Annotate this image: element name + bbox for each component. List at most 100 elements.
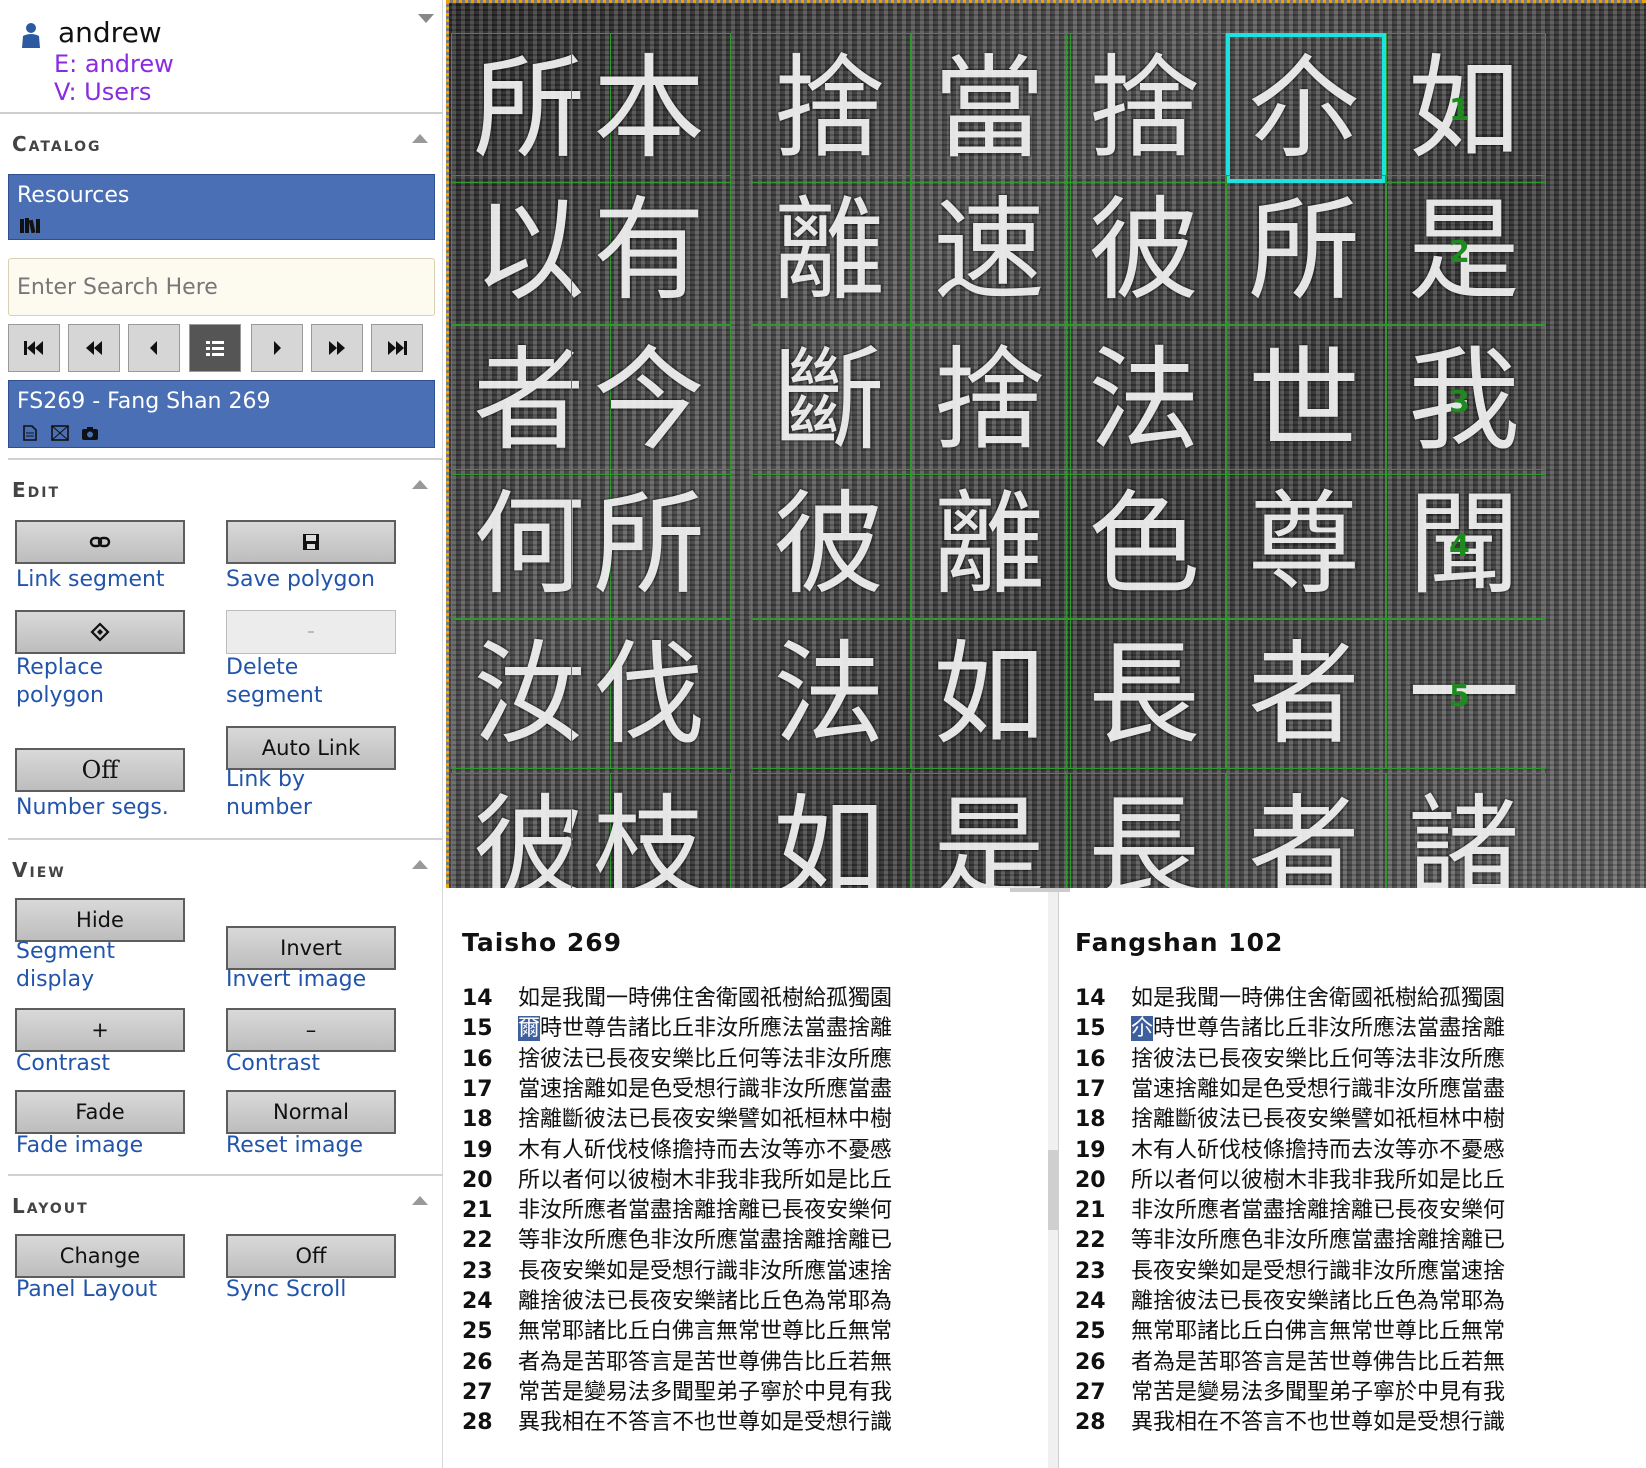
invert-button[interactable]: Invert [226, 926, 396, 970]
line-text[interactable]: 長夜安樂如是受想行識非汝所應當速捨 [518, 1259, 892, 1284]
splitter-thumb[interactable] [1048, 1150, 1058, 1230]
line-text[interactable]: 等非汝所應色非汝所應當盡捨離捨離已 [518, 1228, 892, 1253]
last-page-button[interactable] [371, 324, 423, 372]
fade-image-label: Fade image [16, 1133, 144, 1158]
text-line: 24 離捨彼法已長夜安樂諸比丘色為常耶為 [462, 1283, 892, 1314]
line-text[interactable]: 捨彼法已長夜安樂比丘何等法非汝所應 [518, 1047, 892, 1072]
save-polygon-label: Save polygon [226, 567, 375, 592]
image-viewer[interactable]: 所本捨當捨尒如1以有離速彼所是2者今斷捨法世我3何所彼離色尊聞4汝伐法如長者一5… [446, 0, 1646, 888]
number-segs-toggle[interactable]: Off [15, 748, 185, 792]
segment-number: 5 [1449, 679, 1470, 714]
highlighted-char[interactable]: 爾 [518, 1016, 541, 1042]
line-text[interactable]: 無常耶諸比丘白佛言無常世尊比丘無常 [518, 1319, 892, 1344]
line-text[interactable]: 無常耶諸比丘白佛言無常世尊比丘無常 [1131, 1319, 1505, 1344]
line-text[interactable]: 離捨彼法已長夜安樂諸比丘色為常耶為 [518, 1289, 892, 1314]
line-text[interactable]: 捨離斷彼法已長夜安樂譬如祇桓林中樹 [518, 1107, 892, 1132]
line-text[interactable]: 所以者何以彼樹木非我非我所如是比丘 [1131, 1168, 1505, 1193]
segment-glyph: 法 [1088, 336, 1200, 466]
line-number: 14 [1075, 986, 1106, 1011]
highlighted-char[interactable]: 尒 [1131, 1016, 1154, 1042]
fangshan-title: Fangshan 102 [1075, 928, 1284, 957]
line-number: 19 [1075, 1137, 1106, 1163]
line-text[interactable]: 如是我聞一時佛住舍衛國祇樹給孤獨園 [1131, 986, 1505, 1011]
layout-collapse-icon[interactable] [412, 1196, 428, 1205]
segment-number: 3 [1449, 385, 1470, 420]
diamond-icon [90, 622, 110, 642]
line-text[interactable]: 如是我聞一時佛住舍衛國祇樹給孤獨園 [518, 986, 892, 1011]
resources-item[interactable]: Resources [8, 174, 435, 240]
link-segment-button[interactable] [15, 520, 185, 564]
text-line: 17 當速捨離如是色受想行識非汝所應當盡 [462, 1071, 892, 1102]
line-text[interactable]: 木有人斫伐枝條擔持而去汝等亦不憂慼 [1131, 1138, 1505, 1163]
view-collapse-icon[interactable] [412, 860, 428, 869]
save-polygon-button[interactable] [226, 520, 396, 564]
resources-label: Resources [17, 183, 130, 208]
text-line: 16 捨彼法已長夜安樂比丘何等法非汝所應 [1075, 1041, 1505, 1072]
first-page-button[interactable] [8, 324, 60, 372]
segment-glyph: 彼 [773, 480, 885, 610]
line-text[interactable]: 常苦是變易法多聞聖弟子寧於中見有我 [1131, 1380, 1505, 1405]
line-text[interactable]: 長夜安樂如是受想行識非汝所應當速捨 [1131, 1259, 1505, 1284]
link-by-number-label-2: number [226, 795, 312, 820]
panel-splitter[interactable] [1048, 892, 1058, 1468]
contrast-minus-button[interactable]: – [226, 1008, 396, 1052]
line-text[interactable]: 當速捨離如是色受想行識非汝所應當盡 [1131, 1077, 1505, 1102]
line-text[interactable]: 捨離斷彼法已長夜安樂譬如祇桓林中樹 [1131, 1107, 1505, 1132]
line-number: 19 [462, 1137, 493, 1163]
line-text[interactable]: 捨彼法已長夜安樂比丘何等法非汝所應 [1131, 1047, 1505, 1072]
change-layout-button[interactable]: Change [15, 1234, 185, 1278]
catalog-collapse-icon[interactable] [412, 134, 428, 143]
line-text[interactable]: 常苦是變易法多聞聖弟子寧於中見有我 [518, 1380, 892, 1405]
segment-glyph: 枝 [593, 784, 705, 888]
line-text[interactable]: 木有人斫伐枝條擔持而去汝等亦不憂慼 [518, 1138, 892, 1163]
search-input[interactable] [8, 258, 435, 316]
line-number: 20 [1075, 1167, 1106, 1193]
contrast-plus-button[interactable]: + [15, 1008, 185, 1052]
fast-forward-button[interactable] [311, 324, 363, 372]
user-menu-caret-icon[interactable] [418, 14, 434, 23]
line-text[interactable]: 者為是苦耶答言是苦世尊佛告比丘若無 [1131, 1350, 1505, 1375]
segment-glyph: 尒 [1248, 44, 1360, 174]
segment-glyph: 所 [473, 44, 585, 174]
segment-glyph: 世 [1248, 336, 1360, 466]
segment-glyph: 所 [593, 480, 705, 610]
edit-collapse-icon[interactable] [412, 480, 428, 489]
catalog-divider [8, 458, 443, 460]
delete-segment-button[interactable]: – [226, 610, 396, 654]
line-text[interactable]: 異我相在不答言不也世尊如是受想行識 [518, 1410, 892, 1435]
next-button[interactable] [251, 324, 303, 372]
line-text[interactable]: 異我相在不答言不也世尊如是受想行識 [1131, 1410, 1505, 1435]
line-number: 18 [462, 1107, 493, 1133]
delete-segment-glyph: – [307, 624, 315, 640]
normal-button[interactable]: Normal [226, 1090, 396, 1134]
auto-link-button[interactable]: Auto Link [226, 726, 396, 770]
line-text[interactable]: 等非汝所應色非汝所應當盡捨離捨離已 [1131, 1228, 1505, 1253]
replace-polygon-button[interactable] [15, 610, 185, 654]
line-text[interactable]: 非汝所應者當盡捨離捨離已長夜安樂何 [518, 1198, 892, 1223]
line-text[interactable]: 時世尊告諸比丘非汝所應法當盡捨離 [1153, 1016, 1505, 1041]
line-text[interactable]: 所以者何以彼樹木非我非我所如是比丘 [518, 1168, 892, 1193]
segment-number: 1 [1449, 93, 1470, 128]
line-text[interactable]: 時世尊告諸比丘非汝所應法當盡捨離 [540, 1016, 892, 1041]
segment-glyph: 者 [1248, 630, 1360, 760]
text-line: 18 捨離斷彼法已長夜安樂譬如祇桓林中樹 [462, 1101, 892, 1133]
hide-segment-button[interactable]: Hide [15, 898, 185, 942]
user-v-line: V: Users [54, 78, 152, 106]
text-line: 17 當速捨離如是色受想行識非汝所應當盡 [1075, 1071, 1505, 1102]
previous-button[interactable] [128, 324, 180, 372]
resource-fs269-item[interactable]: FS269 - Fang Shan 269 [8, 380, 435, 448]
line-number: 28 [1075, 1410, 1106, 1436]
list-view-button[interactable] [189, 324, 241, 372]
text-line: 24 離捨彼法已長夜安樂諸比丘色為常耶為 [1075, 1283, 1505, 1314]
line-text[interactable]: 者為是苦耶答言是苦世尊佛告比丘若無 [518, 1350, 892, 1375]
rewind-button[interactable] [68, 324, 120, 372]
text-line: 22 等非汝所應色非汝所應當盡捨離捨離已 [1075, 1222, 1505, 1253]
line-text[interactable]: 非汝所應者當盡捨離捨離已長夜安樂何 [1131, 1198, 1505, 1223]
image-icon [51, 425, 69, 441]
link-by-number-label-1: Link by [226, 767, 306, 792]
fade-button[interactable]: Fade [15, 1090, 185, 1134]
line-text[interactable]: 離捨彼法已長夜安樂諸比丘色為常耶為 [1131, 1289, 1505, 1314]
line-text[interactable]: 當速捨離如是色受想行識非汝所應當盡 [518, 1077, 892, 1102]
text-line: 16 捨彼法已長夜安樂比丘何等法非汝所應 [462, 1041, 892, 1072]
sync-scroll-toggle[interactable]: Off [226, 1234, 396, 1278]
